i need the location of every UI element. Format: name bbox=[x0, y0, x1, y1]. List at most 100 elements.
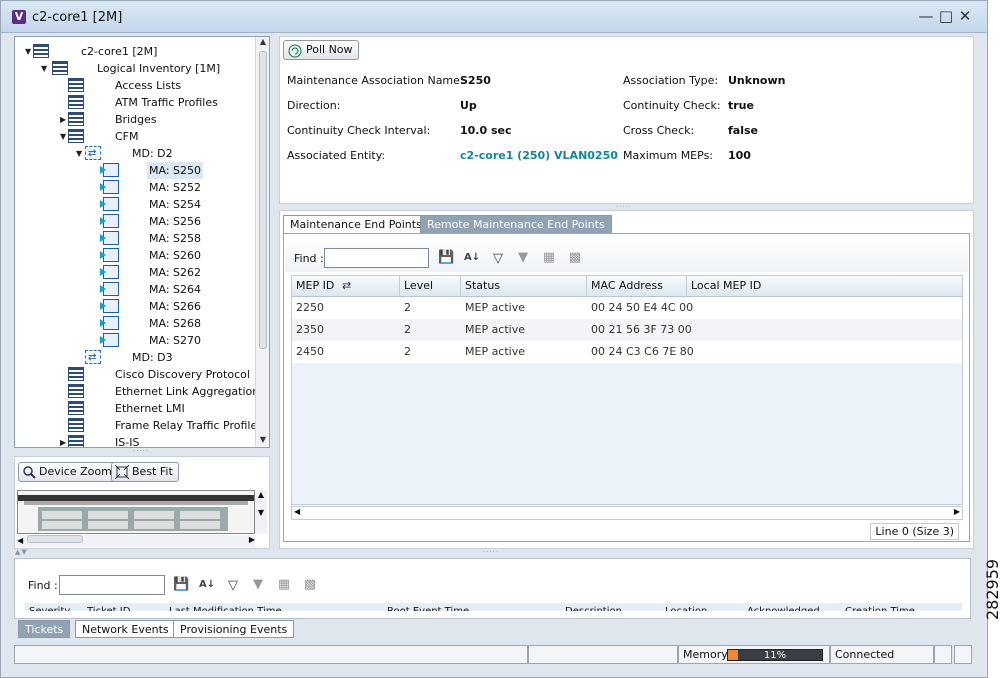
advanced-filter-icon[interactable]: ▼ bbox=[515, 250, 531, 266]
tab-maintenance-end-points[interactable]: Maintenance End Points bbox=[283, 215, 429, 233]
filter-icon[interactable]: ▽ bbox=[490, 251, 506, 267]
expand-icon[interactable]: ▶ bbox=[60, 434, 66, 447]
tree-node[interactable]: ▼ MD: D2 bbox=[15, 145, 255, 162]
navigation-tree[interactable]: ▼ c2-core1 [2M] ▼ Logical Inventory [1M] Acc… bbox=[14, 36, 270, 448]
print-icon[interactable]: ▩ bbox=[302, 577, 318, 593]
table-row[interactable]: 2450 2 MEP active 00 24 C3 C6 7E 80 bbox=[292, 341, 962, 363]
close-icon[interactable]: ✕ bbox=[957, 8, 973, 24]
grid-hscroll[interactable]: ◀ ▶ bbox=[291, 506, 963, 520]
col-level[interactable]: Level bbox=[400, 276, 461, 297]
col-acknowledged[interactable]: Acknowledged bbox=[747, 603, 820, 611]
scroll-left-icon[interactable]: ◀ bbox=[294, 507, 300, 516]
tree-node-label: Cisco Discovery Protocol bbox=[115, 368, 250, 381]
preview-vscroll[interactable]: ▲ ▼ bbox=[255, 490, 267, 534]
col-root-event-time[interactable]: Root Event Time bbox=[387, 603, 469, 611]
cross-check-value: false bbox=[728, 124, 758, 137]
tree-node[interactable]: MD: D3 bbox=[15, 349, 255, 366]
col-local-mep-id[interactable]: Local MEP ID bbox=[687, 276, 964, 297]
save-icon[interactable]: 💾 bbox=[173, 577, 189, 593]
collapse-icon[interactable]: ▼ bbox=[60, 128, 66, 145]
best-fit-button[interactable]: Best Fit bbox=[111, 462, 179, 482]
associated-entity-link[interactable]: c2-core1 (250) VLAN0250 bbox=[460, 149, 618, 162]
col-ticket-id[interactable]: Ticket ID bbox=[87, 603, 130, 611]
collapse-icon[interactable]: ▼ bbox=[41, 60, 47, 77]
tree-node[interactable]: Ethernet LMI bbox=[15, 400, 255, 417]
expand-icon[interactable]: ▶ bbox=[60, 111, 66, 128]
tree-node[interactable]: MA: S258 bbox=[15, 230, 255, 247]
scroll-up-icon[interactable]: ▲ bbox=[256, 37, 269, 49]
poll-now-button[interactable]: Poll Now bbox=[283, 40, 359, 60]
export-icon[interactable]: ▦ bbox=[541, 250, 557, 266]
device-zoom-button[interactable]: Device Zoom bbox=[18, 462, 118, 482]
scroll-right-icon[interactable]: ▶ bbox=[954, 507, 960, 516]
tree-node[interactable]: MA: S266 bbox=[15, 298, 255, 315]
list-icon bbox=[68, 129, 84, 143]
table-row[interactable]: 2350 2 MEP active 00 21 56 3F 73 00 bbox=[292, 319, 962, 341]
tree-node-label: MA: S270 bbox=[149, 334, 202, 347]
tree-node[interactable]: MA: S254 bbox=[15, 196, 255, 213]
tab-remote-maintenance-end-points[interactable]: Remote Maintenance End Points bbox=[420, 215, 612, 233]
col-mep-id[interactable]: MEP ID ⇄ bbox=[292, 276, 400, 297]
cell-mep-id: 2450 bbox=[296, 345, 324, 358]
col-mac-address[interactable]: MAC Address bbox=[587, 276, 687, 297]
tree-node[interactable]: MA: S250 bbox=[15, 162, 255, 179]
advanced-filter-icon[interactable]: ▼ bbox=[250, 577, 266, 593]
list-icon bbox=[68, 95, 84, 109]
tree-node-label: MA: S258 bbox=[149, 232, 202, 245]
tree-node[interactable]: ▼ c2-core1 [2M] bbox=[15, 43, 255, 60]
bottom-find-input[interactable] bbox=[59, 575, 165, 595]
tree-node[interactable]: MA: S262 bbox=[15, 264, 255, 281]
association-icon bbox=[100, 163, 119, 177]
sort-az-icon[interactable]: A↓ bbox=[199, 577, 215, 593]
minimize-icon[interactable]: — bbox=[918, 8, 934, 24]
collapse-icon[interactable]: ▼ bbox=[76, 145, 82, 162]
collapse-arrows-icon[interactable]: ▲▼ bbox=[15, 548, 28, 556]
table-row[interactable]: 2250 2 MEP active 00 24 50 E4 4C 00 bbox=[292, 297, 962, 319]
collapse-icon[interactable]: ▼ bbox=[25, 43, 31, 60]
tree-scrollbar[interactable]: ▲ ▼ bbox=[255, 37, 269, 447]
association-icon bbox=[100, 197, 119, 211]
tree-node[interactable]: Access Lists bbox=[15, 77, 255, 94]
tab-tickets[interactable]: Tickets bbox=[18, 620, 71, 638]
col-location[interactable]: Location bbox=[665, 603, 707, 611]
tree-node[interactable]: MA: S256 bbox=[15, 213, 255, 230]
tree-node[interactable]: Frame Relay Traffic Profiles bbox=[15, 417, 263, 434]
status-bar: Memory: 11% Connected bbox=[14, 645, 974, 664]
tree-node[interactable]: ATM Traffic Profiles bbox=[15, 94, 255, 111]
cell-status: MEP active bbox=[465, 301, 526, 314]
preview-hscroll[interactable]: ◀ ▶ bbox=[17, 535, 255, 547]
col-description[interactable]: Description bbox=[565, 603, 622, 611]
find-input[interactable] bbox=[324, 248, 429, 268]
tab-network-events[interactable]: Network Events bbox=[75, 620, 176, 638]
tab-provisioning-events[interactable]: Provisioning Events bbox=[173, 620, 295, 638]
col-last-modification[interactable]: Last Modification Time bbox=[169, 603, 282, 611]
tree-node[interactable]: ▼ Logical Inventory [1M] bbox=[15, 60, 255, 77]
sort-ascending-icon: ⇄ bbox=[342, 279, 352, 292]
scroll-thumb[interactable] bbox=[259, 51, 267, 349]
tree-node[interactable]: MA: S264 bbox=[15, 281, 255, 298]
tree-node[interactable]: MA: S268 bbox=[15, 315, 255, 332]
col-severity[interactable]: Severity bbox=[29, 603, 70, 611]
tree-node[interactable]: ▶ Bridges bbox=[15, 111, 255, 128]
tree-node[interactable]: ▶ IS-IS bbox=[15, 434, 255, 447]
print-icon[interactable]: ▩ bbox=[567, 250, 583, 266]
tree-node[interactable]: MA: S252 bbox=[15, 179, 255, 196]
tree-splitter[interactable]: ····· bbox=[133, 447, 149, 455]
maximize-icon[interactable]: □ bbox=[938, 8, 954, 24]
bottom-splitter[interactable]: ····· bbox=[483, 548, 499, 556]
export-icon[interactable]: ▦ bbox=[276, 577, 292, 593]
tree-node-label: MA: S260 bbox=[149, 249, 202, 262]
sort-az-icon[interactable]: A↓ bbox=[464, 250, 480, 266]
col-status[interactable]: Status bbox=[461, 276, 587, 297]
tree-node[interactable]: Ethernet Link Aggregation bbox=[15, 383, 259, 400]
tree-node[interactable]: MA: S260 bbox=[15, 247, 255, 264]
scroll-down-icon[interactable]: ▼ bbox=[256, 435, 269, 447]
tree-node[interactable]: ▼ CFM bbox=[15, 128, 255, 145]
cell-level: 2 bbox=[404, 301, 411, 314]
col-creation-time[interactable]: Creation Time bbox=[845, 603, 915, 611]
save-icon[interactable]: 💾 bbox=[438, 250, 454, 266]
filter-icon[interactable]: ▽ bbox=[225, 578, 241, 594]
tree-node[interactable]: Cisco Discovery Protocol bbox=[15, 366, 255, 383]
continuity-check-value: true bbox=[728, 99, 754, 112]
tree-node[interactable]: MA: S270 bbox=[15, 332, 255, 349]
